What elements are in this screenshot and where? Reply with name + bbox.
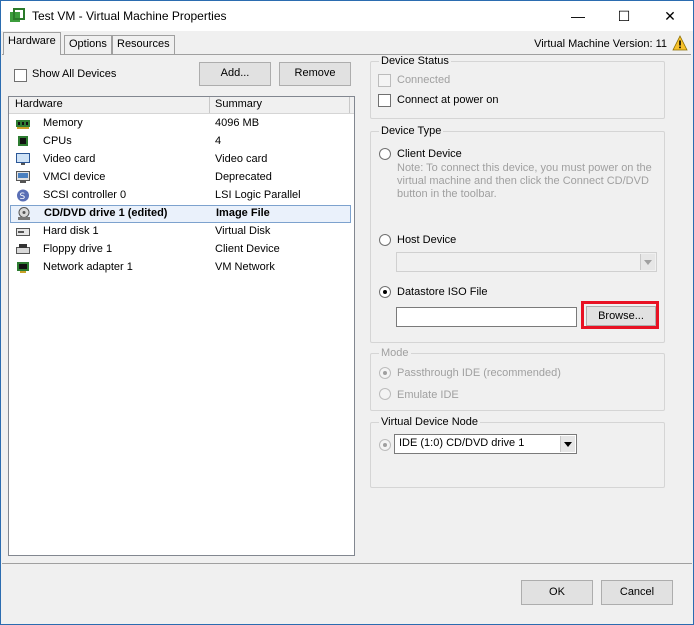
warning-icon [672, 35, 688, 51]
vm-version-label: Virtual Machine Version: 11 [534, 38, 667, 50]
device-status-title: Device Status [379, 55, 451, 67]
show-all-devices-label: Show All Devices [32, 68, 117, 80]
browse-button[interactable]: Browse... [586, 306, 656, 326]
device-name: CD/DVD drive 1 (edited) [44, 207, 168, 219]
device-summary: VM Network [215, 261, 275, 273]
device-name: Network adapter 1 [43, 261, 133, 273]
device-name: Floppy drive 1 [43, 243, 113, 255]
device-row-scsi-controller[interactable]: S SCSI controller 0 LSI Logic Parallel [9, 187, 354, 205]
device-row-vmci[interactable]: VMCI device Deprecated [9, 169, 354, 187]
device-summary: Image File [216, 207, 270, 219]
dialog-footer: OK Cancel [2, 563, 692, 623]
device-summary: Client Device [215, 243, 280, 255]
client-device-radio[interactable] [379, 148, 391, 160]
tab-options[interactable]: Options [64, 35, 112, 54]
device-row-memory[interactable]: Memory 4096 MB [9, 115, 354, 133]
virtual-device-node-radio [379, 439, 391, 451]
svg-text:S: S [20, 192, 26, 202]
host-device-radio[interactable] [379, 234, 391, 246]
hard-disk-icon [16, 228, 30, 236]
device-summary: 4 [215, 135, 222, 147]
mode-group: Mode Passthrough IDE (recommended) Emula… [370, 347, 665, 411]
ok-button[interactable]: OK [521, 580, 593, 605]
emulate-ide-radio[interactable] [379, 388, 391, 400]
vsphere-app-icon [10, 8, 25, 22]
tab-hardware[interactable]: Hardware [3, 32, 61, 55]
column-header-hardware[interactable]: Hardware [15, 98, 63, 110]
connected-label: Connected [397, 74, 451, 86]
device-row-cd-dvd-drive[interactable]: CD/DVD drive 1 (edited) Image File [10, 205, 351, 223]
virtual-device-node-group: Virtual Device Node IDE (1:0) CD/DVD dri… [370, 416, 665, 488]
close-icon: ✕ [664, 8, 676, 24]
device-summary: Virtual Disk [215, 225, 271, 237]
cancel-button[interactable]: Cancel [601, 580, 673, 605]
connect-at-power-on-checkbox[interactable] [378, 94, 391, 107]
cd-drive-icon [18, 207, 30, 220]
virtual-device-node-title: Virtual Device Node [379, 416, 481, 428]
maximize-icon: ☐ [617, 8, 631, 24]
device-row-network-adapter[interactable]: Network adapter 1 VM Network [9, 259, 354, 277]
device-row-cpus[interactable]: CPUs 4 [9, 133, 354, 151]
passthrough-ide-radio[interactable] [379, 367, 391, 379]
properties-window: Test VM - Virtual Machine Properties — ☐… [0, 0, 694, 625]
vmci-icon [16, 171, 30, 183]
close-button[interactable]: ✕ [647, 1, 693, 31]
minimize-icon: — [571, 8, 585, 24]
device-name: Video card [43, 153, 96, 165]
hardware-list-header: Hardware Summary [9, 97, 354, 114]
client-device-label: Client Device [397, 148, 462, 160]
column-header-summary[interactable]: Summary [215, 98, 262, 110]
mode-title: Mode [379, 347, 411, 359]
tab-content-hardware: Show All Devices Add... Remove Hardware … [2, 54, 691, 563]
window-title: Test VM - Virtual Machine Properties [32, 9, 227, 23]
device-summary: Video card [215, 153, 268, 165]
device-name: CPUs [43, 135, 72, 147]
chevron-down-icon [640, 254, 655, 270]
virtual-device-node-value: IDE (1:0) CD/DVD drive 1 [399, 437, 525, 449]
iso-path-input[interactable] [396, 307, 577, 327]
device-summary: 4096 MB [215, 117, 260, 129]
passthrough-ide-label: Passthrough IDE (recommended) [397, 367, 561, 379]
hardware-list: Hardware Summary Memory 4096 MB CPUs 4 V… [8, 96, 355, 556]
device-type-title: Device Type [379, 125, 444, 137]
title-bar: Test VM - Virtual Machine Properties — ☐… [1, 1, 693, 31]
floppy-icon [16, 244, 30, 254]
scsi-icon: S [17, 189, 29, 202]
device-summary: Deprecated [215, 171, 272, 183]
maximize-button[interactable]: ☐ [601, 1, 647, 31]
chevron-down-icon [560, 436, 575, 452]
show-all-devices-checkbox[interactable] [14, 69, 27, 82]
device-name: Memory [43, 117, 83, 129]
add-device-button[interactable]: Add... [199, 62, 271, 86]
tab-resources[interactable]: Resources [112, 35, 175, 54]
datastore-iso-label: Datastore ISO File [397, 286, 488, 298]
memory-icon [16, 120, 30, 129]
device-status-group: Device Status Connected Connect at power… [370, 55, 665, 119]
connect-at-power-on-label: Connect at power on [397, 94, 499, 106]
remove-device-button[interactable]: Remove [279, 62, 351, 86]
device-name: SCSI controller 0 [43, 189, 127, 201]
monitor-icon [16, 153, 30, 165]
minimize-button[interactable]: — [555, 1, 601, 31]
network-icon [17, 262, 29, 273]
device-type-group: Device Type Client Device Note: To conne… [370, 125, 665, 343]
emulate-ide-label: Emulate IDE [397, 389, 459, 401]
device-name: Hard disk 1 [43, 225, 99, 237]
client-device-note: Note: To connect this device, you must p… [397, 162, 652, 200]
host-device-dropdown[interactable] [396, 252, 657, 272]
device-summary: LSI Logic Parallel [215, 189, 301, 201]
device-row-hard-disk[interactable]: Hard disk 1 Virtual Disk [9, 223, 354, 241]
virtual-device-node-dropdown[interactable]: IDE (1:0) CD/DVD drive 1 [394, 434, 577, 454]
device-row-video-card[interactable]: Video card Video card [9, 151, 354, 169]
device-name: VMCI device [43, 171, 106, 183]
cpu-icon [18, 136, 28, 146]
connected-checkbox[interactable] [378, 74, 391, 87]
device-row-floppy-drive[interactable]: Floppy drive 1 Client Device [9, 241, 354, 259]
host-device-label: Host Device [397, 234, 457, 246]
datastore-iso-radio[interactable] [379, 286, 391, 298]
